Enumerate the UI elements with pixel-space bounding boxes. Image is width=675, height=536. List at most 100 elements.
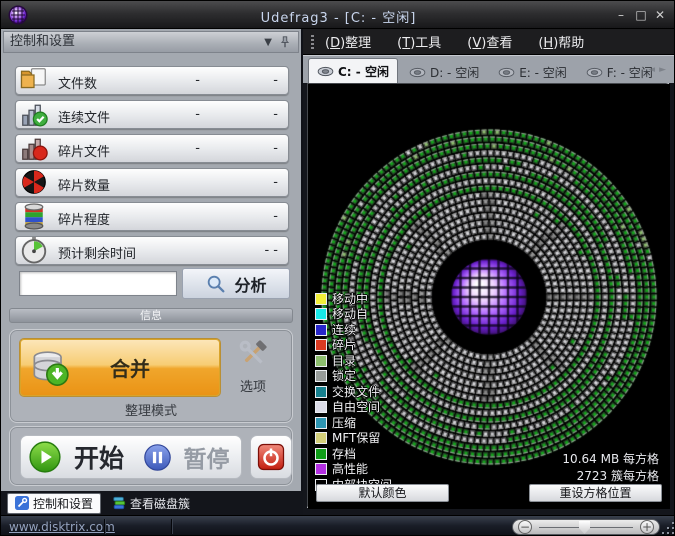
- tab-scroll-arrows[interactable]: ◄►: [648, 65, 670, 75]
- tab-view-clusters[interactable]: 查看磁盘簇: [105, 493, 197, 514]
- legend-swatch: [315, 448, 327, 460]
- stat-row-time-remaining[interactable]: 预计剩余时间 - -: [15, 236, 289, 265]
- stat-value: - -: [264, 243, 278, 258]
- stat-value: -: [273, 107, 278, 122]
- menu-grip[interactable]: [311, 35, 314, 49]
- reset-blocks-button[interactable]: 重设方格位置: [529, 484, 662, 502]
- disktrix-link[interactable]: www.disktrix.com: [9, 520, 115, 534]
- cylinder-level-icon: [19, 201, 49, 231]
- legend-swatch: [315, 386, 327, 398]
- menu-bar: (D)整理 (T)工具 (V)查看 (H)帮助: [303, 29, 675, 55]
- legend-swatch: [315, 355, 327, 367]
- legend-item: 自由空间: [315, 400, 392, 416]
- stat-value: -: [273, 209, 278, 224]
- stat-value: -: [195, 141, 200, 156]
- mode-groupbox: 合并 选项 整理模式: [9, 329, 293, 423]
- status-bar: www.disktrix.com − +: [1, 515, 675, 536]
- stat-row-fragmented-files[interactable]: 碎片文件 - -: [15, 134, 289, 163]
- resize-grip[interactable]: [662, 522, 674, 534]
- merge-label: 合并: [71, 353, 189, 382]
- zoom-thumb[interactable]: [579, 521, 590, 534]
- stat-value: -: [195, 107, 200, 122]
- legend-item: MFT保留: [315, 431, 392, 447]
- legend-label: 交换文件: [332, 386, 380, 398]
- chevron-down-icon[interactable]: ▼: [264, 33, 272, 53]
- files-folder-icon: [19, 65, 49, 95]
- stop-button[interactable]: [250, 435, 292, 479]
- stopwatch-icon: [19, 235, 49, 265]
- start-button[interactable]: 开始: [21, 439, 131, 475]
- stat-label: 碎片数量: [58, 175, 110, 194]
- legend-label: 碎片: [332, 339, 356, 351]
- stat-row-contiguous-files[interactable]: 连续文件 - -: [15, 100, 289, 129]
- legend-label: 连续: [332, 324, 356, 336]
- legend-item: 目录: [315, 353, 392, 369]
- status-separator: [104, 519, 106, 534]
- menu-defrag[interactable]: (D)整理: [325, 32, 371, 51]
- legend-item: 压缩: [315, 415, 392, 431]
- options-button[interactable]: 选项: [224, 336, 282, 395]
- app-window: Udefrag3 - [C: - 空闲] – □ ✕ 控制和设置 ▼ 文件数 -…: [0, 0, 675, 536]
- stat-label: 碎片程度: [58, 209, 110, 228]
- menu-help[interactable]: (H)帮助: [538, 32, 584, 51]
- legend-swatch: [315, 324, 327, 336]
- drive-tab-label: D: - 空闲: [430, 64, 479, 81]
- zoom-out-button[interactable]: −: [518, 520, 532, 534]
- options-label: 选项: [224, 376, 282, 395]
- power-icon: [256, 442, 286, 472]
- drive-input[interactable]: [19, 271, 177, 296]
- control-settings-pane: 控制和设置 ▼ 文件数 - - 连续文件: [1, 29, 303, 491]
- analyze-button[interactable]: 分析: [182, 268, 290, 299]
- stat-label: 预计剩余时间: [58, 243, 136, 262]
- minimize-button[interactable]: –: [612, 8, 630, 23]
- stat-row-file-count[interactable]: 文件数 - -: [15, 66, 289, 95]
- legend-label: 压缩: [332, 417, 356, 429]
- mode-label: 整理模式: [10, 400, 292, 419]
- maximize-button[interactable]: □: [632, 8, 650, 23]
- status-separator: [171, 519, 173, 534]
- legend-swatch: [315, 463, 327, 475]
- tab-control-settings[interactable]: 控制和设置: [7, 493, 101, 514]
- legend-swatch: [315, 401, 327, 413]
- stat-label: 碎片文件: [58, 141, 110, 160]
- default-colors-button[interactable]: 默认颜色: [316, 484, 449, 502]
- legend-swatch: [315, 308, 327, 320]
- drive-tab-label: C: - 空闲: [338, 63, 389, 80]
- per-block-mb: 10.64 MB 每方格: [562, 450, 659, 467]
- stat-label: 文件数: [58, 73, 97, 92]
- pause-button[interactable]: 暂停: [131, 440, 241, 474]
- start-pause-group: 开始 暂停: [20, 435, 242, 479]
- menu-view[interactable]: (V)查看: [467, 32, 512, 51]
- zoom-slider: − +: [512, 519, 660, 535]
- legend: 移动中移动自连续碎片目录锁定交换文件自由空间压缩MFT保留存档高性能内部块空间: [315, 291, 392, 493]
- legend-item: 移动自: [315, 307, 392, 323]
- close-button[interactable]: ✕: [651, 8, 669, 23]
- drive-tab-d[interactable]: D: - 空闲: [401, 61, 487, 83]
- drive-tab-c[interactable]: C: - 空闲: [308, 58, 398, 83]
- legend-swatch: [315, 417, 327, 429]
- legend-swatch: [315, 432, 327, 444]
- tab-label: 查看磁盘簇: [130, 495, 190, 512]
- menu-tools[interactable]: (T)工具: [397, 32, 441, 51]
- pie-fragments-icon: [19, 167, 49, 197]
- zoom-in-button[interactable]: +: [640, 520, 654, 534]
- disk-platter-icon: [586, 67, 603, 78]
- window-title: Udefrag3 - [C: - 空闲]: [1, 7, 675, 26]
- legend-label: 存档: [332, 448, 356, 460]
- stat-value: -: [273, 175, 278, 190]
- stat-row-fragmentation-level[interactable]: 碎片程度 -: [15, 202, 289, 231]
- pin-icon[interactable]: [278, 35, 292, 49]
- legend-swatch: [315, 339, 327, 351]
- legend-label: 移动中: [332, 293, 368, 305]
- pane-header[interactable]: 控制和设置 ▼: [3, 31, 299, 53]
- drive-tab-label: E: - 空闲: [519, 64, 567, 81]
- legend-item: 高性能: [315, 462, 392, 478]
- legend-item: 交换文件: [315, 384, 392, 400]
- stat-row-fragment-count[interactable]: 碎片数量 -: [15, 168, 289, 197]
- stat-value: -: [273, 141, 278, 156]
- legend-label: 移动自: [332, 308, 368, 320]
- drive-tab-e[interactable]: E: - 空闲: [490, 61, 575, 83]
- legend-label: MFT保留: [332, 432, 380, 444]
- merge-button[interactable]: 合并: [20, 339, 220, 396]
- info-bar[interactable]: 信息: [9, 308, 293, 323]
